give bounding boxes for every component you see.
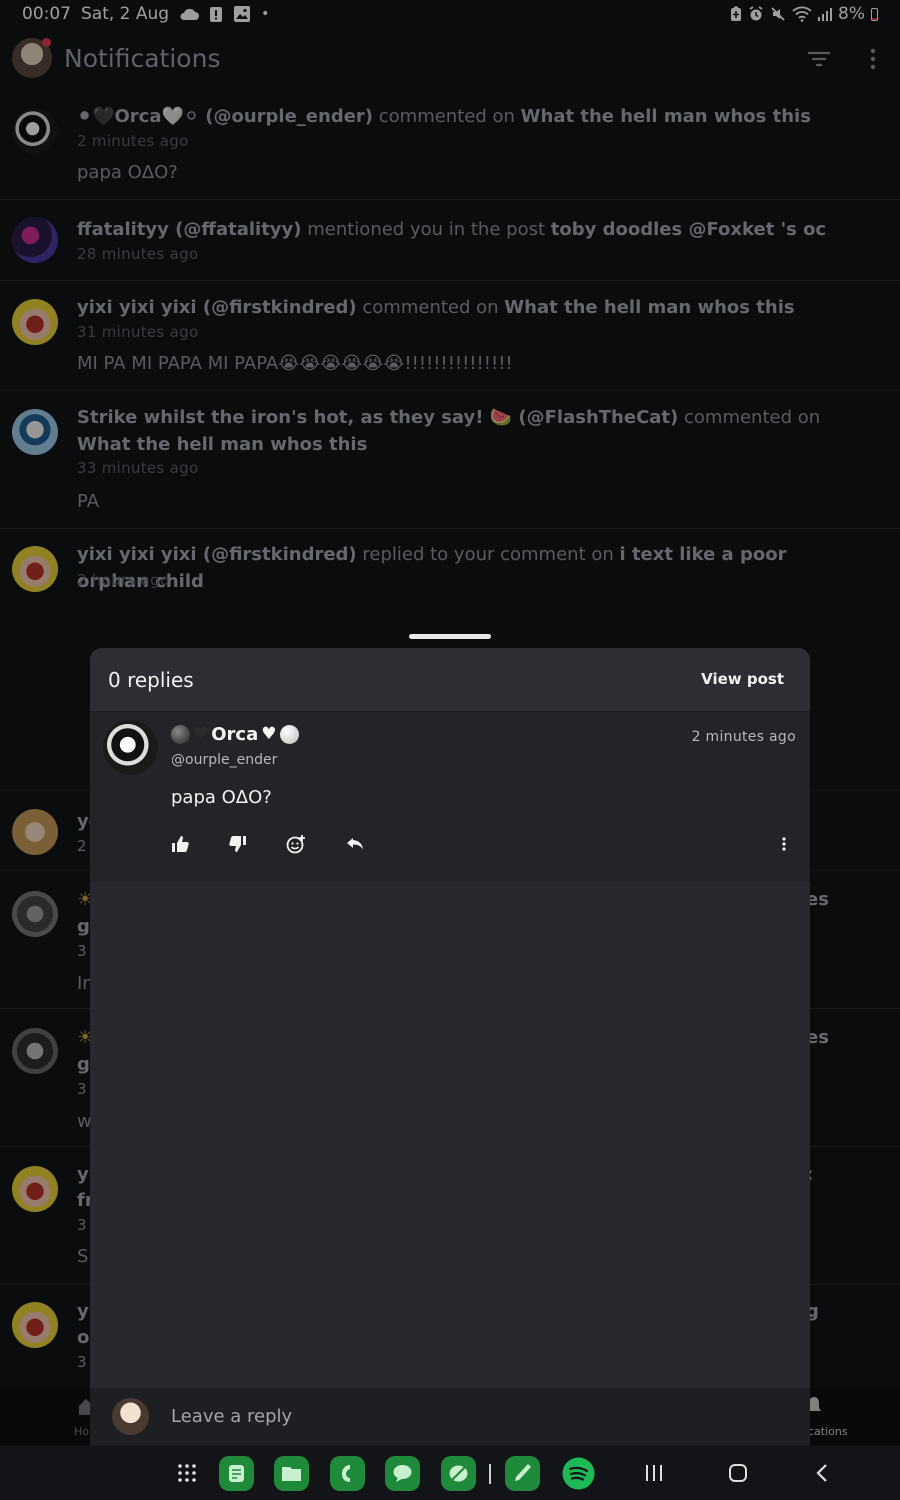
commenter-name-row[interactable]: ♥ Orca ♥	[171, 724, 299, 745]
thumbs-down-icon[interactable]	[228, 834, 248, 854]
comment-text: papa OΔO?	[171, 787, 272, 808]
thumbs-up-icon[interactable]	[170, 834, 190, 854]
comment-options-icon[interactable]	[777, 834, 791, 854]
replies-count-title: 0 replies	[108, 668, 194, 692]
leaf-app-icon[interactable]	[441, 1456, 476, 1491]
messages-app-icon[interactable]	[385, 1456, 420, 1491]
dock-separator	[489, 1464, 491, 1484]
commenter-name: Orca	[211, 724, 259, 745]
commenter-avatar[interactable]	[103, 720, 158, 775]
brush-app-icon[interactable]	[505, 1456, 540, 1491]
sheet-drag-handle[interactable]	[409, 634, 491, 639]
files-app-icon[interactable]	[274, 1456, 309, 1491]
my-avatar	[112, 1398, 149, 1435]
comment-card: ♥ Orca ♥ @ourple_ender 2 minutes ago pap…	[90, 712, 810, 882]
apps-grid-icon[interactable]	[177, 1463, 197, 1483]
add-reaction-icon[interactable]	[286, 834, 306, 854]
sheet-header: 0 replies View post	[90, 648, 810, 712]
spotify-app-icon[interactable]	[561, 1456, 596, 1491]
commenter-handle[interactable]: @ourple_ender	[171, 752, 277, 768]
phone-app-icon[interactable]	[330, 1456, 365, 1491]
notes-app-icon[interactable]	[219, 1456, 254, 1491]
white-heart-emoji: ♥	[261, 724, 277, 744]
home-button-icon[interactable]	[728, 1463, 748, 1483]
reply-input[interactable]: Leave a reply	[171, 1406, 292, 1427]
dark-circle-emoji	[171, 725, 190, 744]
comment-time: 2 minutes ago	[691, 729, 796, 745]
reply-icon[interactable]	[345, 834, 365, 854]
white-circle-emoji	[279, 725, 299, 744]
back-icon[interactable]	[815, 1463, 829, 1483]
recents-icon[interactable]	[644, 1464, 664, 1482]
black-heart-emoji: ♥	[193, 724, 209, 744]
reply-composer[interactable]: Leave a reply	[90, 1388, 810, 1446]
system-dock	[0, 1446, 900, 1500]
replies-sheet: 0 replies View post ♥ Orca ♥ @ourple_end…	[90, 648, 810, 1448]
view-post-button[interactable]: View post	[701, 670, 784, 688]
